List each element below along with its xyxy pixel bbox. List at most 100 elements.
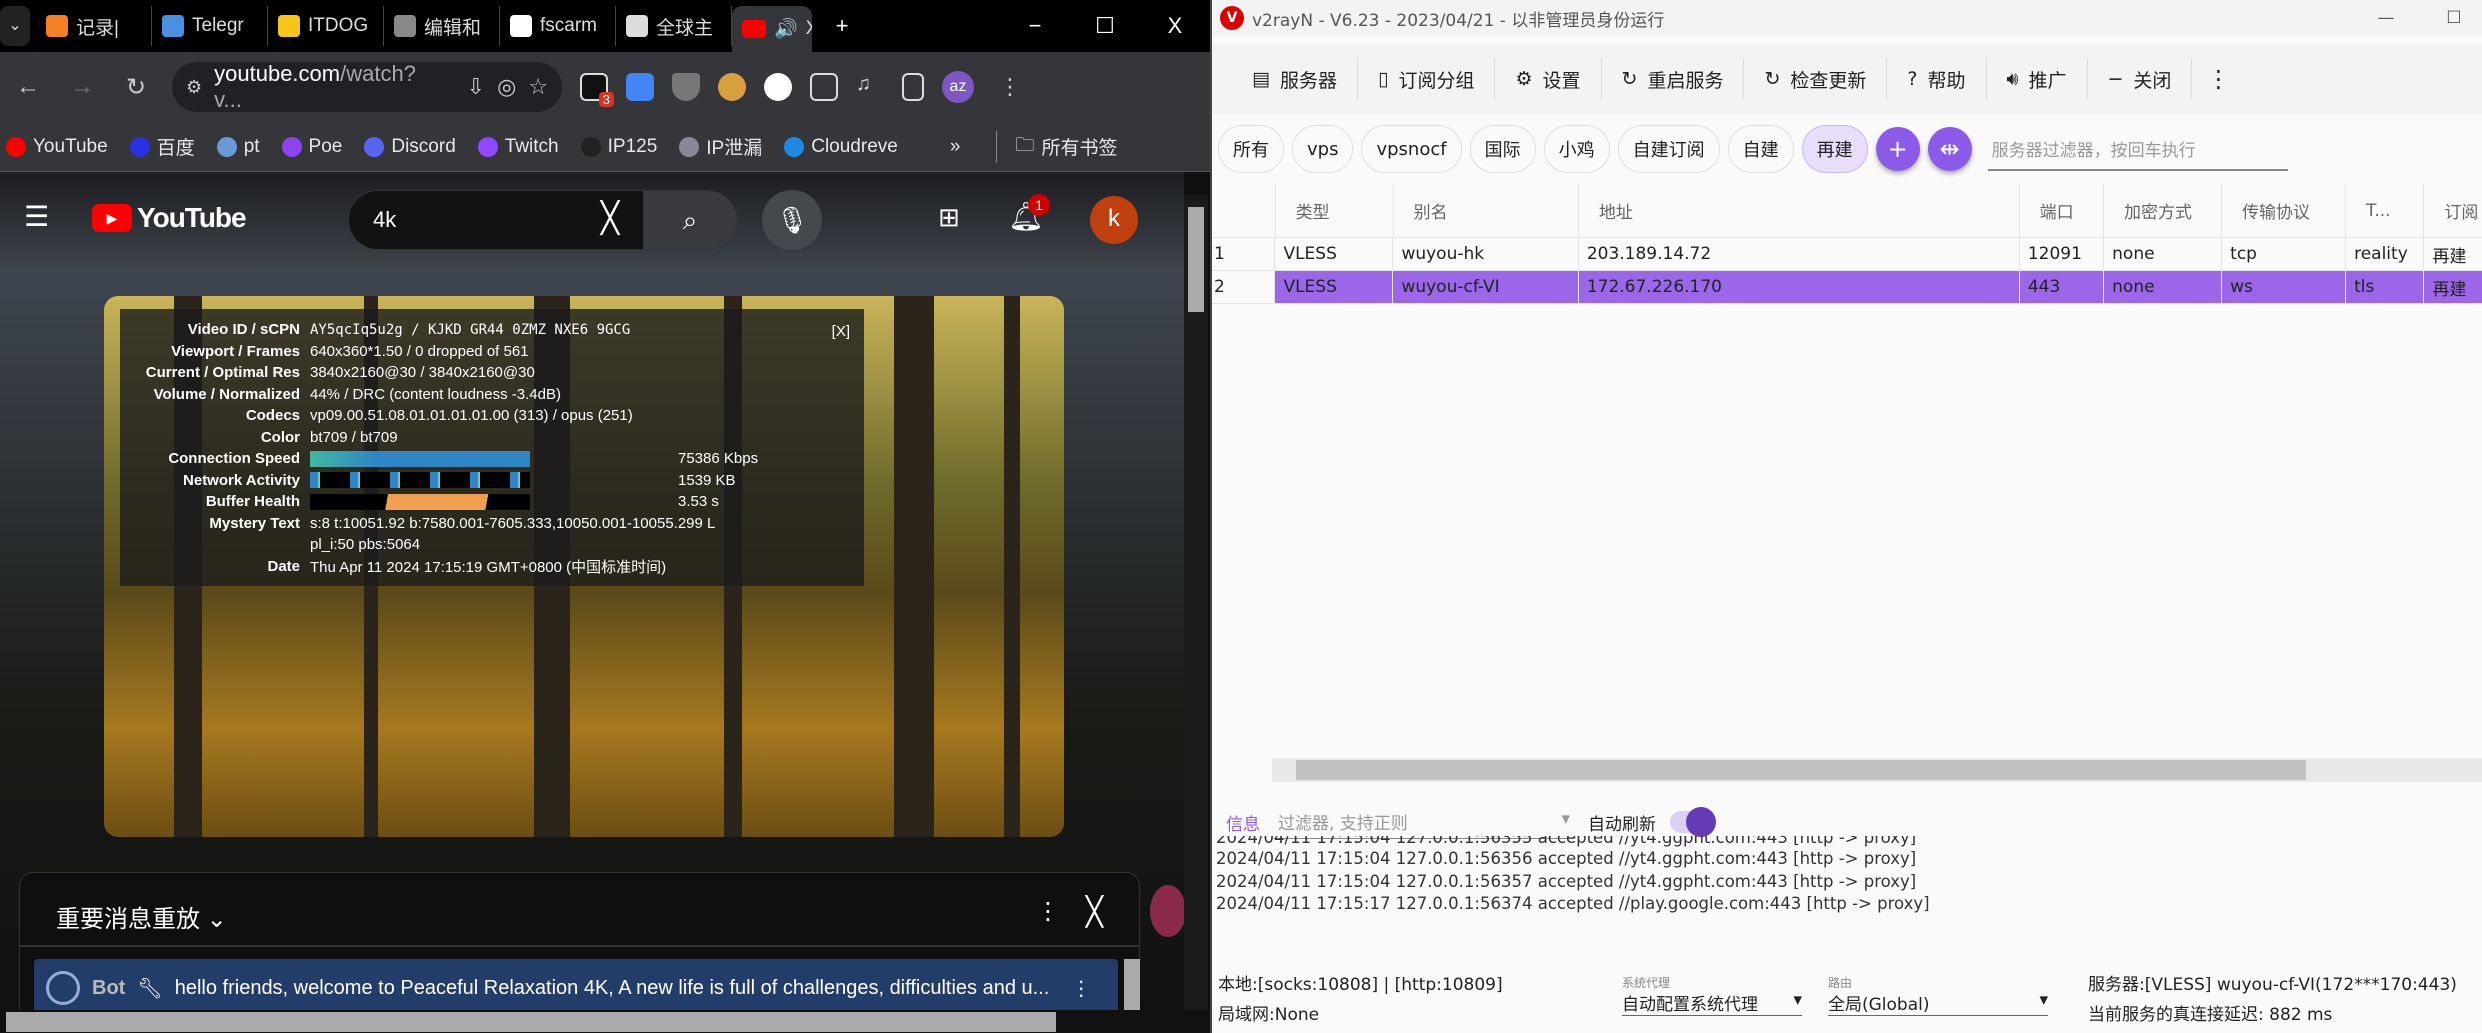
side-panel-icon[interactable] — [902, 73, 924, 101]
toolbar-server-button[interactable]: ▤ 服务器 — [1232, 58, 1358, 100]
toolbar-help-button[interactable]: ? 帮助 — [1887, 58, 1987, 100]
tab[interactable]: Telegr — [152, 6, 268, 46]
hamburger-menu-icon[interactable]: ☰ — [24, 200, 49, 233]
sysproxy-select[interactable]: 自动配置系统代理 ▾ — [1622, 990, 1802, 1016]
media-icon[interactable]: ♫ — [856, 73, 884, 101]
search-button[interactable]: ⌕ — [643, 191, 737, 249]
filter-chip[interactable]: 再建 — [1801, 125, 1868, 173]
back-button[interactable]: ← — [10, 73, 46, 101]
filter-chip[interactable]: vps — [1292, 125, 1354, 173]
toolbar-label: 重启服务 — [1647, 69, 1724, 92]
bookmark[interactable]: IP125 — [580, 133, 657, 160]
toolbar-subscription-button[interactable]: ▯ 订阅分组 — [1358, 58, 1496, 100]
youtube-logo[interactable]: YouTube — [137, 202, 247, 234]
bookmarks-overflow[interactable]: » — [950, 136, 961, 158]
chat-close-icon[interactable]: ╳ — [1086, 895, 1103, 928]
side-avatar[interactable] — [1150, 885, 1186, 937]
filter-chip[interactable]: 自建 — [1727, 125, 1794, 173]
youtube-logo-icon[interactable]: ▶ — [92, 204, 132, 232]
extensions-puzzle-icon[interactable] — [810, 73, 838, 101]
chat-scrollbar[interactable] — [1124, 959, 1140, 1017]
extension-icon[interactable]: 3 — [580, 73, 614, 107]
column-header[interactable] — [1212, 184, 1276, 237]
bookmark[interactable]: Poe — [281, 133, 342, 160]
log-tab-info[interactable]: 信息 — [1226, 810, 1260, 835]
table-row[interactable]: 1 VLESS wuyou-hk 203.189.14.72 12091 none tcp r… — [1212, 238, 2482, 271]
filter-chip[interactable]: 小鸡 — [1543, 125, 1610, 173]
bookmark[interactable]: Cloudreve — [784, 133, 898, 160]
page-scrollbar[interactable] — [1184, 195, 1208, 1010]
cookie-icon[interactable] — [718, 73, 746, 101]
minimize-button[interactable]: − — [1000, 13, 1070, 39]
maximize-button[interactable]: ☐ — [1070, 13, 1140, 39]
column-header[interactable]: T... — [2346, 184, 2425, 237]
speaker-icon[interactable]: 🔊 — [774, 17, 798, 41]
column-header[interactable]: 传输协议 — [2222, 184, 2346, 237]
bookmark[interactable]: YouTube — [6, 133, 108, 160]
forward-button[interactable]: → — [64, 73, 100, 101]
new-tab-button[interactable]: + — [812, 13, 872, 39]
table-row[interactable]: 2 VLESS wuyou-cf-VI 172.67.226.170 443 none ws… — [1212, 271, 2482, 304]
tab[interactable]: fscarm — [500, 6, 616, 46]
filter-chip[interactable]: vpsnocf — [1361, 125, 1462, 173]
stats-close-button[interactable]: [X] — [832, 323, 850, 340]
tab[interactable]: 编辑和 — [384, 6, 500, 46]
translate-icon[interactable] — [626, 73, 654, 101]
add-subscription-icon[interactable]: + — [1875, 127, 1920, 171]
user-avatar[interactable]: k — [1090, 196, 1138, 244]
filter-chip[interactable]: 自建订阅 — [1617, 125, 1720, 173]
toolbar-update-button[interactable]: ↻ 检查更新 — [1744, 58, 1888, 100]
site-info-icon[interactable]: ⚙ — [186, 77, 202, 98]
clear-search-icon[interactable]: ╳ — [601, 201, 619, 236]
tab[interactable]: ITDOG — [268, 6, 384, 46]
all-bookmarks[interactable]: 🗀 所有书签 — [996, 130, 1117, 163]
search-input[interactable]: 4k ╳ ⌕ — [348, 190, 737, 250]
bookmark[interactable]: Discord — [364, 133, 456, 160]
column-header[interactable]: 类型 — [1276, 184, 1394, 237]
more-menu-icon[interactable]: ⋮ — [2192, 65, 2230, 93]
column-header[interactable]: 地址 — [1579, 184, 2020, 237]
bookmark[interactable]: 百度 — [129, 133, 195, 160]
voice-search-icon[interactable]: 🎙 — [762, 190, 822, 250]
chat-more-icon[interactable]: ⋮ — [1036, 897, 1060, 926]
server-filter-input[interactable]: 服务器过滤器，按回车执行 — [1987, 128, 2288, 171]
filter-chip[interactable]: 国际 — [1469, 125, 1536, 173]
split-icon[interactable]: ⇹ — [1927, 127, 1972, 171]
column-header[interactable]: 端口 — [2020, 184, 2104, 237]
toolbar-restart-button[interactable]: ↻ 重启服务 — [1602, 58, 1745, 100]
tab[interactable]: 记录| — [36, 6, 152, 46]
column-header[interactable]: 别名 — [1394, 184, 1579, 237]
toolbar-minus-button[interactable]: − 关闭 — [2088, 58, 2193, 100]
bookmark[interactable]: Twitch — [477, 133, 559, 160]
bookmark[interactable]: pt — [216, 133, 260, 160]
profile-avatar[interactable]: az — [942, 71, 974, 103]
install-icon[interactable]: ⇩ — [467, 74, 485, 100]
auto-refresh-toggle[interactable] — [1670, 807, 1716, 837]
route-select[interactable]: 全局(Global) ▾ — [1828, 990, 2048, 1016]
create-video-icon[interactable]: ⊞ — [938, 202, 960, 233]
eye-off-icon[interactable]: ◎ — [497, 74, 516, 100]
column-header[interactable]: 订阅 — [2424, 184, 2482, 237]
table-horizontal-scrollbar[interactable] — [1272, 758, 2482, 782]
filter-chip[interactable]: 所有 — [1218, 125, 1284, 173]
minimize-button[interactable]: — — [2356, 8, 2416, 28]
tab-search-button[interactable]: ⌄ — [0, 6, 30, 46]
column-header[interactable]: 加密方式 — [2104, 184, 2223, 237]
chat-mode-dropdown[interactable]: 重要消息重放 ⌄ — [56, 899, 227, 934]
tab[interactable]: 全球主 — [616, 6, 732, 46]
tab-youtube[interactable]: 🔊 X — [732, 6, 812, 52]
block-icon[interactable] — [764, 73, 792, 101]
address-bar[interactable]: ⚙ youtube.com/watch?v... ⇩ ◎ ☆ — [172, 61, 562, 112]
toolbar-speaker-button[interactable]: 🔊︎ 推广 — [1987, 58, 2088, 100]
close-window-button[interactable]: X — [1140, 13, 1210, 39]
ublock-icon[interactable] — [672, 73, 700, 101]
maximize-button[interactable]: ☐ — [2424, 8, 2482, 28]
menu-icon[interactable]: ⋮ — [992, 74, 1028, 100]
bookmark[interactable]: IP泄漏 — [679, 133, 762, 160]
log-filter-input[interactable]: 过滤器, 支持正则 ▾ — [1274, 805, 1574, 839]
horizontal-scrollbar[interactable] — [0, 1010, 1210, 1033]
toolbar-gear-button[interactable]: ⚙ 设置 — [1495, 58, 1602, 100]
message-more-icon[interactable]: ⋮ — [1071, 976, 1091, 1001]
reload-button[interactable]: ↻ — [118, 73, 154, 102]
star-icon[interactable]: ☆ — [528, 74, 548, 100]
